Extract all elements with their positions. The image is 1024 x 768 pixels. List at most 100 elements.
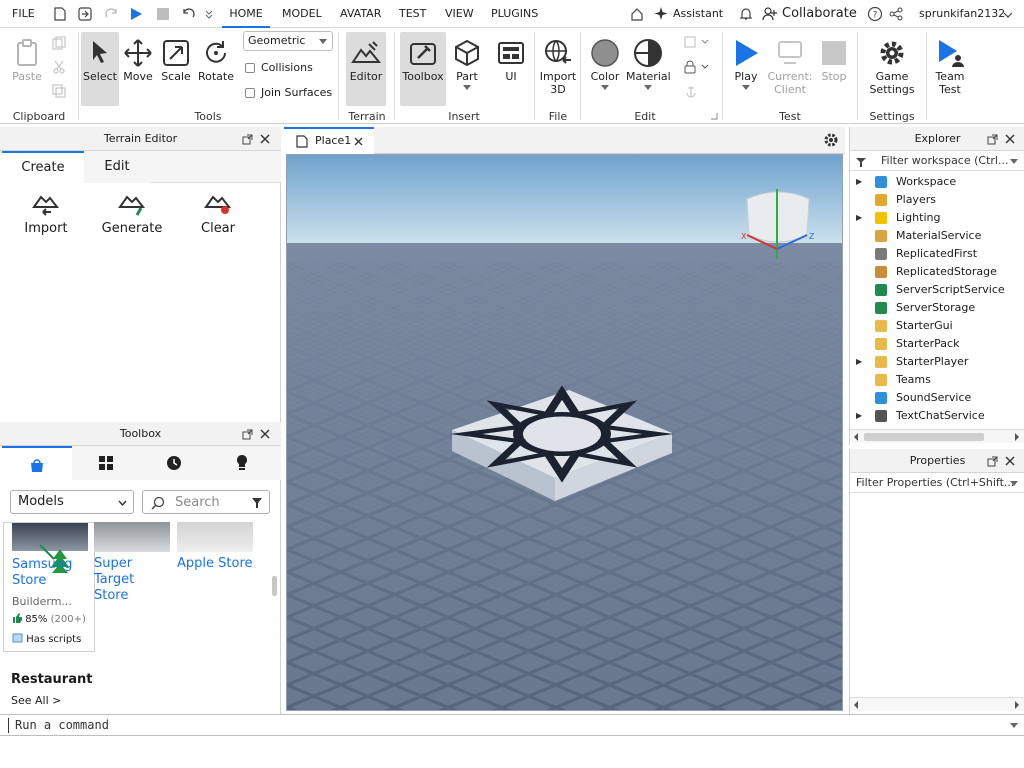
close-icon[interactable]: [1005, 134, 1015, 144]
username[interactable]: sprunkifan2132: [919, 0, 1005, 28]
close-icon[interactable]: [260, 429, 270, 439]
recent-clock-icon[interactable]: [166, 455, 182, 471]
duplicate-icon[interactable]: [52, 84, 66, 98]
copy-icon[interactable]: [52, 36, 66, 50]
scroll-left-icon[interactable]: [853, 433, 859, 441]
undo-icon[interactable]: [182, 7, 196, 21]
close-icon[interactable]: [260, 134, 270, 144]
stop-small-icon[interactable]: [156, 7, 170, 21]
team-test-button[interactable]: Team Test: [930, 32, 970, 106]
explorer-item[interactable]: ▶ Lighting: [850, 209, 1024, 227]
terrain-clear-tool[interactable]: Clear: [190, 187, 246, 236]
tab-avatar[interactable]: AVATAR: [340, 0, 381, 28]
explorer-item[interactable]: ▶ Workspace: [850, 173, 1024, 191]
scroll-left-icon[interactable]: [853, 701, 859, 709]
part-button[interactable]: Part: [450, 32, 484, 106]
explorer-item[interactable]: ServerStorage: [850, 299, 1024, 317]
terrain-editor-button[interactable]: Editor: [346, 32, 386, 106]
toolbox-search-input[interactable]: Search: [142, 490, 270, 514]
collaborate-button[interactable]: Collaborate: [782, 0, 857, 28]
explorer-item[interactable]: ServerScriptService: [850, 281, 1024, 299]
play-small-icon[interactable]: [128, 6, 144, 22]
tab-model[interactable]: MODEL: [282, 0, 322, 28]
paste-button[interactable]: Paste: [8, 32, 46, 106]
explorer-item[interactable]: MaterialService: [850, 227, 1024, 245]
close-icon[interactable]: [1005, 456, 1015, 466]
command-bar[interactable]: Run a command: [0, 714, 1024, 736]
color-button[interactable]: Color: [586, 32, 624, 106]
select-tool-button[interactable]: Select: [81, 32, 119, 106]
toolbox-item-card[interactable]: Super Target Store: [94, 522, 174, 652]
chevron-down-icon[interactable]: [1010, 723, 1018, 728]
item-author[interactable]: Builderm...: [12, 595, 72, 608]
transform-mode-select[interactable]: Geometric: [243, 31, 333, 51]
scrollbar-thumb[interactable]: [864, 433, 984, 441]
toolbox-category-select[interactable]: Models: [10, 490, 134, 514]
user-chevron-down-icon[interactable]: [1003, 11, 1013, 19]
new-file-icon[interactable]: [54, 7, 66, 21]
tab-edit[interactable]: Edit: [84, 151, 150, 183]
expand-arrow-icon[interactable]: ▶: [856, 407, 862, 425]
expand-arrow-icon[interactable]: ▶: [856, 209, 862, 227]
assistant-button[interactable]: Assistant: [673, 0, 723, 28]
stop-button[interactable]: Stop: [816, 32, 852, 106]
toolbox-button[interactable]: Toolbox: [400, 32, 446, 106]
file-menu[interactable]: FILE: [12, 0, 35, 28]
tab-view[interactable]: VIEW: [445, 0, 474, 28]
game-settings-button[interactable]: Game Settings: [868, 32, 916, 106]
toolbox-scrollbar-thumb[interactable]: [272, 576, 277, 596]
part-chevron-down-icon[interactable]: [463, 85, 471, 90]
move-tool-button[interactable]: Move: [121, 32, 155, 106]
redo-icon[interactable]: [104, 7, 118, 21]
collisions-checkbox[interactable]: [245, 63, 255, 73]
explorer-item[interactable]: StarterPack: [850, 335, 1024, 353]
lock-icon[interactable]: [684, 60, 712, 74]
tab-plugins[interactable]: PLUGINS: [491, 0, 538, 28]
help-icon[interactable]: ?: [867, 6, 883, 22]
publish-icon[interactable]: [78, 7, 92, 21]
expand-arrow-icon[interactable]: ▶: [856, 353, 862, 371]
terrain-import-tool[interactable]: Import: [16, 187, 76, 236]
history-chevron-icon[interactable]: [205, 8, 213, 20]
current-client-button[interactable]: Current: Client: [766, 32, 814, 106]
terrain-generate-tool[interactable]: Generate: [100, 187, 164, 236]
item-title[interactable]: Super Target Store: [94, 556, 174, 604]
scroll-right-icon[interactable]: [1014, 701, 1020, 709]
explorer-item[interactable]: ▶ TextChatService: [850, 407, 1024, 425]
scroll-right-icon[interactable]: [1014, 433, 1020, 441]
join-surfaces-checkbox[interactable]: [245, 88, 255, 98]
item-title[interactable]: Apple Store: [177, 556, 253, 572]
play-button[interactable]: Play: [726, 32, 766, 106]
properties-horizontal-scrollbar[interactable]: [850, 697, 1024, 711]
dock-icon[interactable]: [242, 429, 253, 440]
cut-icon[interactable]: [52, 60, 66, 74]
explorer-horizontal-scrollbar[interactable]: [850, 429, 1024, 443]
material-chevron-down-icon[interactable]: [644, 85, 652, 90]
explorer-item[interactable]: ▶ StarterPlayer: [850, 353, 1024, 371]
rotate-tool-button[interactable]: Rotate: [197, 32, 235, 106]
tab-marketplace[interactable]: [2, 446, 72, 480]
close-tab-icon[interactable]: [354, 137, 363, 146]
tab-home[interactable]: HOME: [222, 0, 270, 28]
scale-tool-button[interactable]: Scale: [159, 32, 193, 106]
inventory-grid-icon[interactable]: [98, 455, 114, 471]
see-all-link[interactable]: See All >: [11, 694, 61, 707]
color-chevron-down-icon[interactable]: [601, 85, 609, 90]
material-button[interactable]: Material: [626, 32, 671, 106]
dock-icon[interactable]: [987, 456, 998, 467]
dock-icon[interactable]: [987, 134, 998, 145]
item-title[interactable]: Samsung Store: [12, 557, 72, 589]
toolbox-item-card[interactable]: Samsung Store Builderm... 85% (200+) Has …: [3, 522, 95, 652]
share-icon[interactable]: [889, 7, 903, 21]
tab-test[interactable]: TEST: [399, 0, 426, 28]
play-chevron-down-icon[interactable]: [742, 85, 750, 90]
tab-create[interactable]: Create: [2, 151, 84, 183]
group-icon[interactable]: [684, 36, 712, 50]
properties-filter-input[interactable]: Filter Properties (Ctrl+Shift...: [850, 473, 1024, 493]
explorer-filter-input[interactable]: Filter workspace (Ctrl...: [850, 151, 1024, 171]
join-surfaces-toggle[interactable]: Join Surfaces: [245, 86, 332, 100]
ui-button[interactable]: UI: [494, 32, 528, 106]
toolbox-item-card[interactable]: Apple Store: [177, 522, 257, 652]
creations-lightbulb-icon[interactable]: [234, 454, 250, 472]
explorer-item[interactable]: ReplicatedStorage: [850, 263, 1024, 281]
